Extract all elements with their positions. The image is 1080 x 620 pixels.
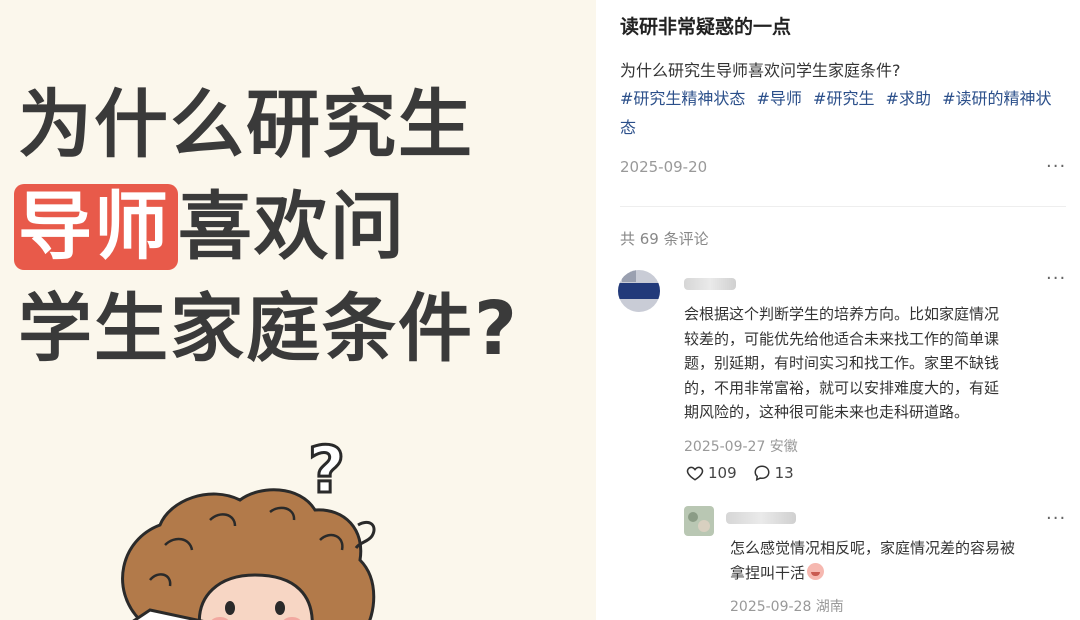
commenter-avatar[interactable] [618,270,660,312]
headline-line-3: 学生家庭条件? [18,286,519,372]
reply-meta: 2025-09-28 湖南 [730,599,844,615]
headline-line-2-rest: 喜欢问 [178,184,406,270]
commenter-name-blurred[interactable] [684,278,736,290]
post-tags: #研究生精神状态 #导师 #研究生 #求助 #读研的精神状态 [620,84,1070,142]
like-button[interactable]: 109 [686,464,737,482]
reply-text: 怎么感觉情况相反呢，家庭情况差的容易被 拿捏叫干活 [730,536,1070,585]
speech-bubble-icon [754,465,770,482]
reply-name-blurred[interactable] [726,512,796,524]
post-title: 读研非常疑惑的一点 [620,16,792,38]
headline-line-1: 为什么研究生 [18,82,474,168]
post-date: 2025-09-20 [620,158,708,176]
reply-avatar[interactable] [684,506,714,536]
reply-text-line: 拿捏叫干活 [730,561,1070,586]
confused-student-illustration: ? [121,433,376,620]
question-mark-glyph: ? [308,434,345,508]
comment-count: 共 69 条评论 [620,230,709,248]
tag-link[interactable]: #导师 [757,89,802,108]
comment-text-line: 会根据这个判断学生的培养方向。比如家庭情况 [684,305,1000,323]
comment-text-line: 题，别延期，有时间实习和找工作。家里不缺钱 [684,354,1000,372]
reply-count: 13 [774,464,794,482]
comment-actions: 109 13 [686,464,810,482]
divider [620,206,1066,207]
tag-link[interactable]: #求助 [886,89,931,108]
post-detail-panel: 读研非常疑惑的一点 为什么研究生导师喜欢问学生家庭条件? #研究生精神状态 #导… [596,0,1080,620]
comment-text: 会根据这个判断学生的培养方向。比如家庭情况 较差的，可能优先给他适合未来找工作的… [684,302,1064,425]
post-more-icon[interactable]: ··· [1046,156,1066,177]
post-image[interactable]: 为什么研究生 导师 喜欢问 学生家庭条件? ? [0,0,596,620]
comment-meta: 2025-09-27 安徽 [684,439,798,455]
headline-highlight: 导师 [14,184,178,270]
comment-text-line: 期风险的，这种很可能未来也走科研道路。 [684,403,970,421]
like-count: 109 [708,464,737,482]
reply-more-icon[interactable]: ··· [1046,508,1066,529]
comment-more-icon[interactable]: ··· [1046,268,1066,289]
comment-text-line: 较差的，可能优先给他适合未来找工作的简单课 [684,329,1000,348]
reply-button[interactable]: 13 [753,464,794,482]
headline-line-2: 导师 喜欢问 [14,176,519,278]
tag-link[interactable]: #研究生精神状态 [620,89,745,108]
image-headline: 为什么研究生 导师 喜欢问 学生家庭条件? [14,74,519,380]
tag-link[interactable]: #研究生 [813,89,874,108]
post-body-text: 为什么研究生导师喜欢问学生家庭条件? [620,61,901,80]
reply-text-line: 怎么感觉情况相反呢，家庭情况差的容易被 [730,539,1016,557]
heart-icon [686,466,704,481]
crying-face-icon [807,562,825,580]
comment-text-line: 的，不用非常富裕，就可以安排难度大的，有延 [684,378,1000,397]
